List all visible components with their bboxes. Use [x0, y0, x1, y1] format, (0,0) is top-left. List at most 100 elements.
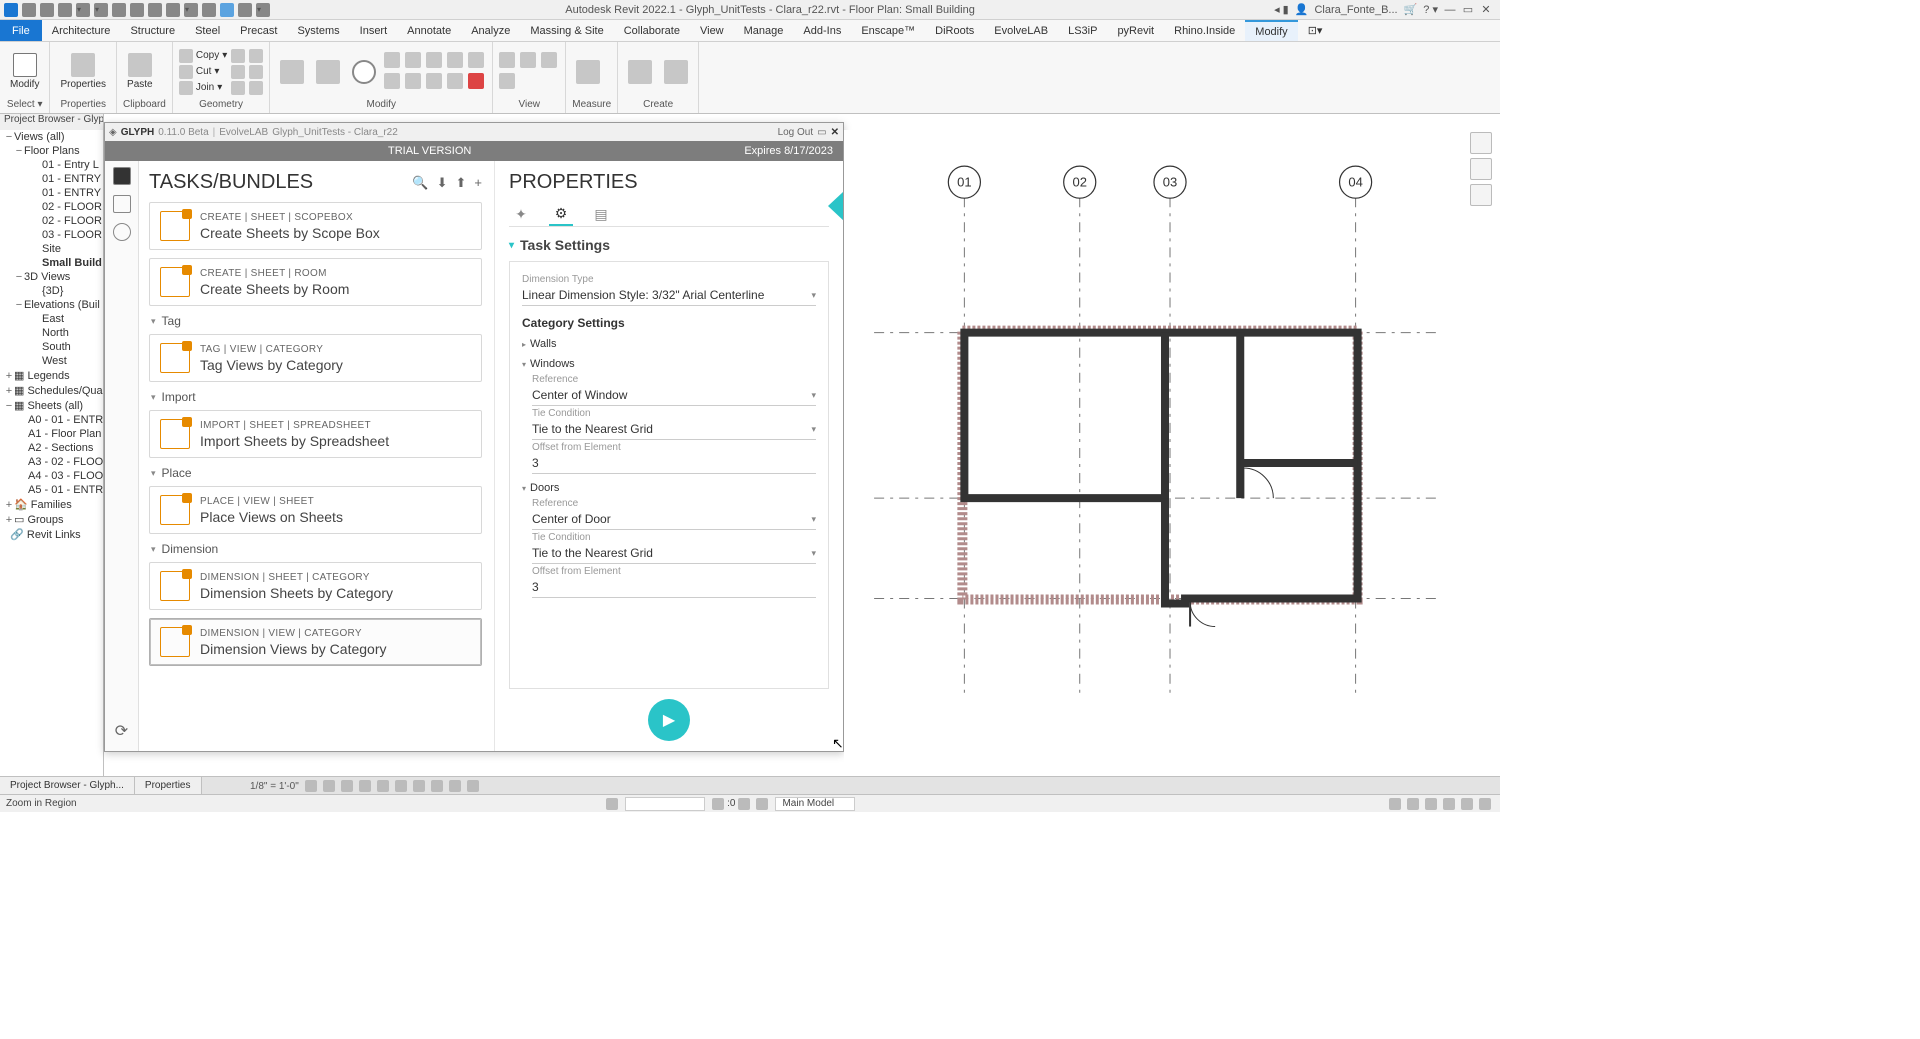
rotate-button[interactable] — [348, 58, 380, 86]
tab-massing[interactable]: Massing & Site — [520, 20, 613, 41]
browser-fp-0[interactable]: 01 - Entry L — [0, 158, 103, 172]
user-icon[interactable]: 👤 — [1295, 3, 1309, 16]
browser-elev-0[interactable]: East — [0, 312, 103, 326]
tasks-search-icon[interactable]: 🔍 — [412, 175, 428, 191]
tab-modify[interactable]: Modify — [1245, 20, 1297, 41]
undo-icon[interactable] — [76, 3, 90, 17]
properties-button[interactable]: Properties — [56, 51, 110, 92]
rail-bundles-icon[interactable] — [113, 195, 131, 213]
section-icon[interactable] — [202, 3, 216, 17]
select-links-icon[interactable] — [606, 798, 618, 810]
geom-tool-2[interactable] — [231, 65, 245, 79]
tab-rhino[interactable]: Rhino.Inside — [1164, 20, 1245, 41]
task-card-dim-views[interactable]: DIMENSION | VIEW | CATEGORYDimension Vie… — [149, 618, 482, 666]
detail-level-icon[interactable] — [305, 780, 317, 792]
door-tie-select[interactable]: Tie to the Nearest Grid — [532, 543, 816, 564]
browser-sheets[interactable]: Sheets (all) — [27, 400, 83, 412]
tab-systems[interactable]: Systems — [287, 20, 349, 41]
subcat-walls[interactable]: Walls — [522, 338, 816, 350]
nav-down-icon[interactable] — [1470, 184, 1492, 206]
subcat-windows[interactable]: Windows — [522, 358, 816, 370]
cope-button[interactable]: Copy ▾ — [179, 49, 227, 63]
workset-field[interactable]: Main Model — [775, 797, 855, 811]
tab-architecture[interactable]: Architecture — [42, 20, 121, 41]
bottom-tab-properties[interactable]: Properties — [135, 777, 202, 794]
browser-families[interactable]: Families — [31, 499, 72, 511]
measure-button[interactable] — [572, 58, 604, 86]
lock-icon[interactable] — [431, 780, 443, 792]
tasks-add-icon[interactable]: + — [474, 175, 482, 191]
sb-icon-3[interactable] — [1443, 798, 1455, 810]
tab-manage[interactable]: Manage — [734, 20, 794, 41]
rail-refresh-icon[interactable]: ⟳ — [115, 721, 128, 741]
browser-sheet-2[interactable]: A2 - Sections — [0, 441, 103, 455]
open-icon[interactable] — [22, 3, 36, 17]
view-tool-4[interactable] — [499, 73, 515, 89]
delete-icon[interactable] — [468, 73, 484, 89]
browser-elev[interactable]: Elevations (Buil — [24, 299, 100, 311]
browser-sheet-5[interactable]: A5 - 01 - ENTR — [0, 483, 103, 497]
task-card-place[interactable]: PLACE | VIEW | SHEETPlace Views on Sheet… — [149, 486, 482, 534]
props-tab-sliders-icon[interactable]: ⚙ — [549, 202, 573, 226]
tab-structure[interactable]: Structure — [120, 20, 185, 41]
browser-sheet-0[interactable]: A0 - 01 - ENTR — [0, 413, 103, 427]
join-button[interactable]: Join ▾ — [179, 81, 227, 95]
browser-3d-0[interactable]: {3D} — [0, 284, 103, 298]
project-browser[interactable]: −Views (all) −Floor Plans 01 - Entry L 0… — [0, 130, 104, 776]
create-button-2[interactable] — [660, 58, 692, 86]
file-tab[interactable]: File — [0, 20, 42, 41]
move-button[interactable] — [276, 58, 308, 86]
browser-3d[interactable]: 3D Views — [24, 271, 70, 283]
tasks-download-icon[interactable]: ⬇ — [437, 175, 448, 191]
dimtype-select[interactable]: Linear Dimension Style: 3/32" Arial Cent… — [522, 285, 816, 306]
selection-filter-field[interactable] — [625, 797, 705, 811]
unpin-icon[interactable] — [447, 73, 463, 89]
temp-hide-icon[interactable] — [449, 780, 461, 792]
task-card-import[interactable]: IMPORT | SHEET | SPREADSHEETImport Sheet… — [149, 410, 482, 458]
geom-tool-4[interactable] — [249, 49, 263, 63]
browser-elev-2[interactable]: South — [0, 340, 103, 354]
panel-select-label[interactable]: Select ▾ — [6, 99, 43, 111]
sb-icon-2[interactable] — [1425, 798, 1437, 810]
tab-ls3ip[interactable]: LS3iP — [1058, 20, 1107, 41]
align-icon[interactable] — [384, 52, 400, 68]
close-hidden-icon[interactable] — [238, 3, 252, 17]
drawing-canvas[interactable]: 01 02 03 04 — [844, 130, 1486, 776]
browser-fp-6[interactable]: Site — [0, 242, 103, 256]
task-group-import[interactable]: Import — [151, 390, 482, 404]
crop-icon[interactable] — [395, 780, 407, 792]
browser-fp-3[interactable]: 02 - FLOOR — [0, 200, 103, 214]
tab-enscape[interactable]: Enscape™ — [851, 20, 925, 41]
home-icon[interactable] — [1470, 158, 1492, 180]
3d-icon[interactable] — [184, 3, 198, 17]
sb-icon-4[interactable] — [1461, 798, 1473, 810]
offset-icon[interactable] — [405, 52, 421, 68]
play-button[interactable] — [648, 699, 690, 741]
win-offset-input[interactable]: 3 — [532, 453, 816, 474]
cut-button[interactable]: Cut ▾ — [179, 65, 227, 79]
modify-button[interactable]: Modify — [6, 51, 43, 92]
close-button[interactable]: ✕ — [1480, 3, 1492, 16]
view-scale[interactable]: 1/8" = 1'-0" — [250, 781, 299, 792]
subcat-doors[interactable]: Doors — [522, 482, 816, 494]
collapse-handle-icon[interactable] — [828, 191, 843, 221]
tab-annotate[interactable]: Annotate — [397, 20, 461, 41]
task-card-scopebox[interactable]: CREATE | SHEET | SCOPEBOXCreate Sheets b… — [149, 202, 482, 250]
sync-icon[interactable] — [58, 3, 72, 17]
rendering-icon[interactable] — [377, 780, 389, 792]
geom-tool-3[interactable] — [231, 81, 245, 95]
sun-path-icon[interactable] — [341, 780, 353, 792]
task-card-dim-sheets[interactable]: DIMENSION | SHEET | CATEGORYDimension Sh… — [149, 562, 482, 610]
info-center-icon[interactable]: ◂ ▮ — [1274, 3, 1289, 16]
bottom-tab-browser[interactable]: Project Browser - Glyph... — [0, 777, 135, 794]
tab-view[interactable]: View — [690, 20, 734, 41]
glyph-logout-link[interactable]: Log Out — [778, 127, 814, 138]
dim-icon[interactable] — [148, 3, 162, 17]
browser-fp-1[interactable]: 01 - ENTRY — [0, 172, 103, 186]
view-tool-2[interactable] — [520, 52, 536, 68]
redo-icon[interactable] — [94, 3, 108, 17]
editable-icon[interactable] — [738, 798, 750, 810]
tab-steel[interactable]: Steel — [185, 20, 230, 41]
split-icon[interactable] — [468, 52, 484, 68]
model-icon[interactable] — [756, 798, 768, 810]
